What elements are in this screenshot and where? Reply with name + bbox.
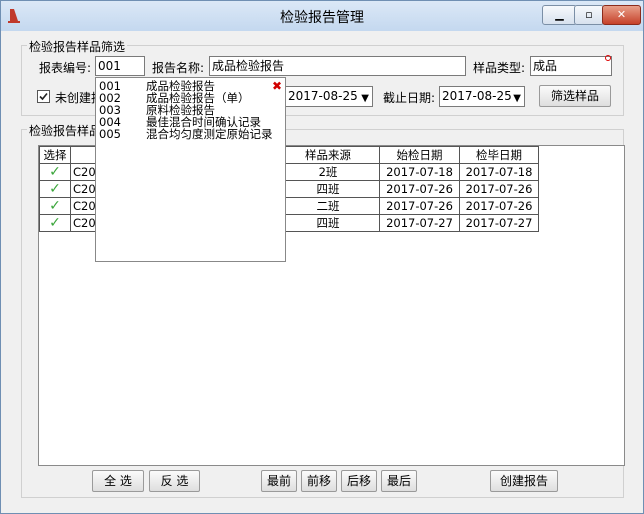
check-icon: ✓ (49, 181, 61, 197)
col-select[interactable]: 选择 (39, 146, 71, 164)
checkmark-icon (39, 92, 48, 101)
start-date-cell: 2017-07-26 (379, 197, 460, 215)
prev-button[interactable]: 前移 (301, 470, 337, 492)
invert-selection-button[interactable]: 反 选 (149, 470, 200, 492)
row-check-cell[interactable]: ✓ (39, 214, 71, 232)
minimize-icon: ▁ (555, 8, 564, 21)
next-button[interactable]: 后移 (341, 470, 377, 492)
close-button[interactable]: ✕ (602, 5, 641, 25)
filter-samples-button[interactable]: 筛选样品 (539, 85, 611, 107)
chevron-down-icon: ▼ (513, 93, 521, 104)
sample-type-input[interactable]: 成品 (530, 56, 612, 76)
start-date-cell: 2017-07-18 (379, 163, 460, 181)
create-report-button[interactable]: 创建报告 (490, 470, 558, 492)
end-date-cell: 2017-07-27 (459, 214, 539, 232)
sample-type-label: 样品类型: (473, 61, 526, 75)
source-cell: 二班 (276, 197, 380, 215)
select-all-button[interactable]: 全 选 (92, 470, 144, 492)
end-date-value: 2017-08-25 (442, 89, 512, 103)
end-date-label: 截止日期: (383, 91, 436, 105)
report-no-label: 报表编号: (39, 61, 92, 75)
col-end-date[interactable]: 检毕日期 (459, 146, 539, 164)
report-name-input[interactable]: 成品检验报告 (209, 56, 466, 76)
last-button[interactable]: 最后 (381, 470, 417, 492)
check-icon: ✓ (49, 198, 61, 214)
start-date-select[interactable]: 2017-08-25 ▼ (285, 86, 373, 107)
start-date-value: 2017-08-25 (288, 89, 358, 103)
filter-group-label: 检验报告样品筛选 (27, 38, 128, 55)
start-date-cell: 2017-07-26 (379, 180, 460, 198)
chevron-down-icon: ▼ (361, 93, 369, 104)
maximize-button[interactable]: ▫ (574, 5, 604, 25)
title-bar: 检验报告管理 ▁ ▫ ✕ (1, 1, 643, 31)
row-check-cell[interactable]: ✓ (39, 197, 71, 215)
row-check-cell[interactable]: ✓ (39, 180, 71, 198)
source-cell: 四班 (276, 214, 380, 232)
col-start-date[interactable]: 始检日期 (379, 146, 460, 164)
dropdown-item-code: 005 (99, 127, 121, 141)
check-icon: ✓ (49, 215, 61, 231)
dropdown-close-icon[interactable]: ✖ (272, 79, 282, 93)
end-date-cell: 2017-07-26 (459, 197, 539, 215)
uncreated-checkbox[interactable] (37, 90, 50, 103)
maximize-icon: ▫ (585, 8, 593, 21)
close-icon: ✕ (616, 8, 627, 21)
start-date-cell: 2017-07-27 (379, 214, 460, 232)
report-name-label: 报告名称: (152, 61, 205, 75)
required-marker-icon (605, 55, 611, 61)
end-date-select[interactable]: 2017-08-25 ▼ (439, 86, 525, 107)
main-window: 检验报告管理 ▁ ▫ ✕ 检验报告样品筛选 报表编号: 001 报告名称: 成品… (0, 0, 644, 514)
col-source[interactable]: 样品来源 (276, 146, 380, 164)
source-cell: 四班 (276, 180, 380, 198)
check-icon: ✓ (49, 164, 61, 180)
dropdown-item-name: 混合均匀度测定原始记录 (146, 127, 273, 141)
minimize-button[interactable]: ▁ (542, 5, 577, 25)
end-date-cell: 2017-07-18 (459, 163, 539, 181)
report-no-dropdown[interactable]: ✖ 001 成品检验报告 002 成品检验报告（单） 003 原料检验报告 00… (95, 77, 286, 262)
report-no-input[interactable]: 001 (95, 56, 145, 76)
first-button[interactable]: 最前 (261, 470, 297, 492)
row-check-cell[interactable]: ✓ (39, 163, 71, 181)
source-cell: 2班 (276, 163, 380, 181)
end-date-cell: 2017-07-26 (459, 180, 539, 198)
